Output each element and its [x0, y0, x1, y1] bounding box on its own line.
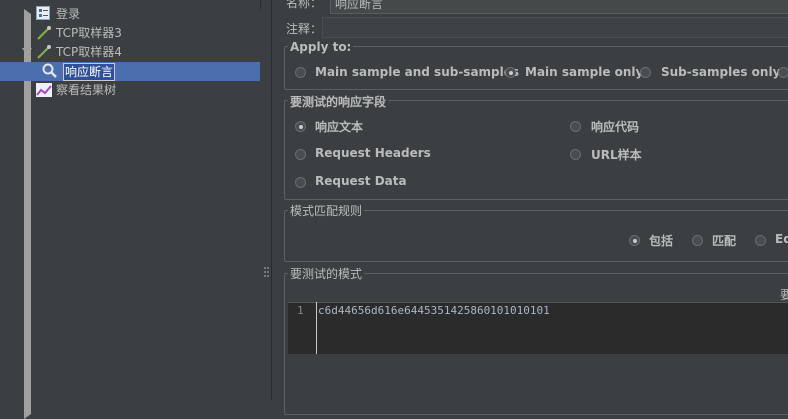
radio-url-sample[interactable] — [570, 149, 581, 160]
tree-item-label: TCP取样器3 — [56, 26, 122, 40]
pattern-line[interactable]: c6d44656d616e6445351425860101010101 — [318, 304, 550, 317]
pattern-column-header: 要 — [780, 288, 788, 302]
tree-item-response-assertion[interactable] — [0, 62, 260, 81]
radio-label: Request Data — [315, 174, 407, 188]
radio-sub-only[interactable] — [640, 67, 651, 78]
apply-to-title: Apply to: — [288, 40, 354, 54]
radio-label: 匹配 — [712, 234, 737, 248]
response-field-title: 要测试的响应字段 — [288, 93, 389, 110]
name-field[interactable]: 响应断言 — [330, 0, 788, 14]
radio-label: Main sample and sub-samples — [315, 65, 520, 79]
tree-item-view-results-tree[interactable]: 察看结果树 — [0, 81, 260, 99]
line-number: 1 — [297, 304, 304, 317]
tree-item-tcp-sampler-3[interactable]: TCP取样器3 — [0, 24, 260, 42]
radio-label: 响应文本 — [315, 120, 364, 134]
pattern-rules-title: 模式匹配规则 — [288, 202, 365, 219]
radio-contains[interactable] — [629, 235, 640, 246]
test-plan-icon — [36, 6, 50, 20]
name-label: 名称： — [286, 0, 323, 10]
radio-jmeter-variable[interactable] — [778, 67, 788, 78]
test-plan-tree: 登录 TCP取样器3 TCP取样器4 响应断言 察看结果树 — [0, 0, 547, 419]
radio-equals[interactable] — [755, 235, 766, 246]
sampler-icon — [36, 25, 52, 41]
radio-response-text[interactable] — [295, 121, 306, 132]
radio-label: Sub-samples only — [661, 65, 781, 79]
tree-item-label: TCP取样器4 — [56, 45, 122, 59]
tree-item-label: 登录 — [56, 7, 81, 21]
radio-matches[interactable] — [692, 235, 703, 246]
radio-request-headers[interactable] — [295, 149, 306, 160]
comment-field[interactable] — [322, 17, 788, 38]
tree-item-label-editing[interactable]: 响应断言 — [63, 63, 116, 81]
radio-label: 包括 — [649, 234, 674, 248]
panel-splitter[interactable] — [261, 0, 272, 400]
name-field-value: 响应断言 — [335, 0, 384, 11]
tree-item-label: 察看结果树 — [56, 83, 117, 97]
radio-main-and-sub[interactable] — [295, 67, 306, 78]
radio-label: Main sample only — [525, 65, 644, 79]
tree-item-tcp-sampler-4[interactable]: TCP取样器4 — [0, 43, 260, 61]
collapse-arrow-icon[interactable] — [22, 48, 32, 55]
radio-request-data[interactable] — [295, 177, 306, 188]
patterns-title: 要测试的模式 — [288, 265, 365, 282]
sampler-icon — [36, 44, 52, 60]
radio-label: Request Headers — [315, 146, 431, 160]
assertion-icon — [42, 63, 58, 79]
radio-label: Eq — [775, 232, 788, 246]
pattern-table-header: 要 — [288, 284, 788, 303]
radio-label: 响应代码 — [591, 120, 640, 134]
tree-item-login[interactable]: 登录 — [0, 5, 547, 419]
gutter-separator — [316, 302, 317, 354]
radio-main-only[interactable] — [505, 67, 516, 78]
radio-response-code[interactable] — [570, 121, 581, 132]
listener-icon — [36, 83, 52, 99]
radio-label: URL样本 — [591, 148, 642, 162]
comment-label: 注释： — [286, 22, 323, 36]
